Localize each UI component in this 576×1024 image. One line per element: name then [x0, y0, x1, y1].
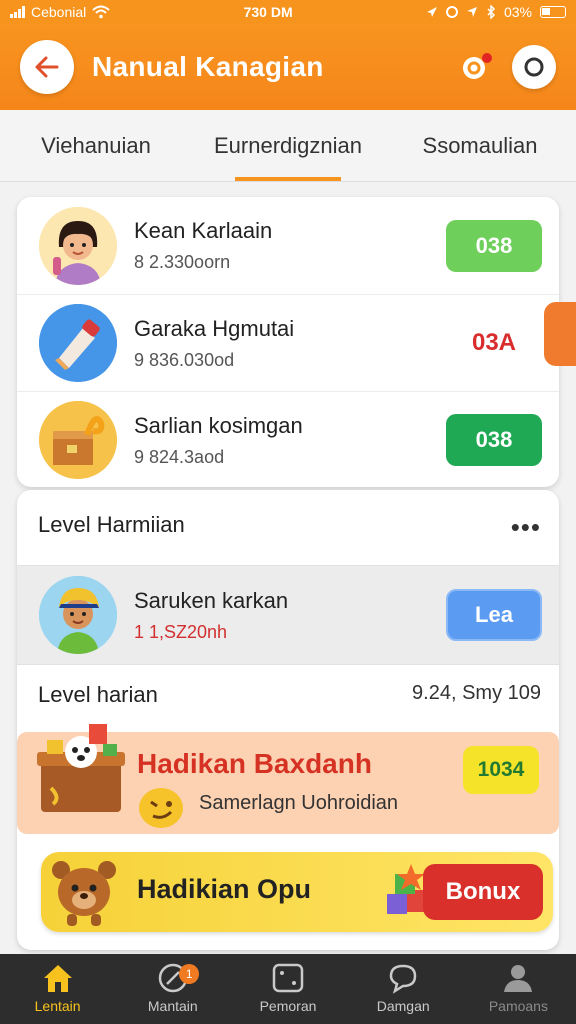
- bonus-button[interactable]: Bonux: [423, 864, 543, 920]
- side-drawer-handle[interactable]: [544, 302, 576, 366]
- avatar: [39, 206, 117, 285]
- battery-icon: [539, 6, 566, 18]
- navigation-icon: [466, 7, 477, 17]
- boy-avatar-icon: [39, 576, 117, 654]
- list-item-action-button[interactable]: 038: [446, 219, 542, 272]
- notification-dot: [482, 53, 492, 63]
- tab-viehanuian[interactable]: Viehanuian: [0, 110, 192, 181]
- nav-label: Pemoran: [259, 998, 317, 1014]
- nav-label: Lentain: [34, 998, 81, 1014]
- location-icon: [426, 7, 437, 17]
- avatar: [39, 401, 117, 479]
- notifications-button[interactable]: [454, 45, 498, 89]
- list-item-action-button[interactable]: 03A: [446, 317, 542, 369]
- promo-banner-opu[interactable]: Hadikian Opu Bonux: [41, 852, 553, 932]
- smiley-icon: [139, 788, 183, 828]
- nav-label: Pamoans: [488, 998, 548, 1014]
- gift-box-icon: [37, 724, 125, 812]
- level-section-card: Level Harmiian ••• Saruken karkan 1 1,SZ…: [17, 490, 559, 950]
- page-title: Nanual Kanagian: [92, 51, 324, 82]
- promo-subtitle: Samerlagn Uohroidian: [199, 792, 399, 814]
- avatar: [39, 304, 117, 382]
- nav-label: Mantain: [147, 998, 198, 1014]
- carrier-label: Cebonial: [31, 4, 87, 20]
- home-icon: [43, 965, 72, 992]
- gear-icon: [524, 57, 544, 77]
- featured-user-row[interactable]: Saruken karkan 1 1,SZ20nh Lea: [17, 565, 559, 665]
- settings-button[interactable]: [512, 45, 556, 89]
- promo-title: Hadikian Opu: [137, 874, 312, 904]
- bluetooth-icon: [487, 5, 496, 19]
- user-list-card: Kean Karlaain 8 2.330oorn 038 Garaka Hgm…: [17, 197, 559, 487]
- chat-icon: [389, 964, 417, 994]
- arrow-left-icon: [35, 56, 59, 78]
- status-bar: Cebonial 730 DM 03%: [0, 0, 576, 24]
- tab-eurnerdigznian[interactable]: Eurnerdigznian: [192, 110, 384, 181]
- wifi-icon: [92, 5, 110, 19]
- clock-time: 730 DM: [243, 4, 293, 20]
- promo-badge[interactable]: 1034: [463, 746, 539, 794]
- flashlight-icon: [39, 304, 117, 382]
- signal-icon: [10, 6, 25, 18]
- girl-avatar-icon: [39, 206, 117, 285]
- nav-item-damgan[interactable]: Damgan: [346, 954, 461, 1024]
- profile-icon: [504, 965, 533, 992]
- tab-ssomaulian[interactable]: Ssomaulian: [384, 110, 576, 181]
- nav-label: Damgan: [376, 998, 430, 1014]
- list-item-action-button[interactable]: 038: [446, 414, 542, 466]
- list-item[interactable]: Garaka Hgmutai 9 836.030od 03A: [17, 294, 559, 391]
- nav-item-mantain[interactable]: 1 Mantain: [115, 954, 230, 1024]
- tab-bar: Viehanuian Eurnerdigznian Ssomaulian: [0, 110, 576, 182]
- promo-banner-baxdanh[interactable]: Hadikan Baxdanh Samerlagn Uohroidian 103…: [17, 724, 559, 834]
- alarm-icon: [445, 6, 458, 18]
- section-title: Level Harmiian: [38, 512, 185, 537]
- app-header: Nanual Kanagian: [0, 24, 576, 110]
- more-options-button[interactable]: •••: [511, 512, 541, 543]
- nav-item-pamoans[interactable]: Pamoans: [461, 954, 576, 1024]
- list-item[interactable]: Kean Karlaain 8 2.330oorn 038: [17, 197, 559, 294]
- level-title: Level harian: [38, 682, 158, 707]
- avatar: [39, 576, 117, 654]
- promo-title: Hadikan Baxdanh: [137, 748, 372, 779]
- nav-item-lentain[interactable]: Lentain: [0, 954, 115, 1024]
- nav-item-pemoran[interactable]: Pemoran: [230, 954, 345, 1024]
- dice-icon: [272, 963, 304, 993]
- back-button[interactable]: [20, 40, 74, 94]
- list-item[interactable]: Sarlian kosimgan 9 824.3aod 038: [17, 391, 559, 488]
- level-meta: 9.24, Smy 109: [412, 682, 541, 704]
- bear-icon: [52, 861, 116, 926]
- treasure-box-icon: [39, 401, 117, 479]
- notification-badge: 1: [179, 964, 200, 984]
- battery-percent: 03%: [503, 4, 532, 20]
- bottom-navigation: Lentain 1 Mantain Pemoran Damgan Pamoans: [0, 954, 576, 1024]
- featured-user-button[interactable]: Lea: [446, 589, 542, 641]
